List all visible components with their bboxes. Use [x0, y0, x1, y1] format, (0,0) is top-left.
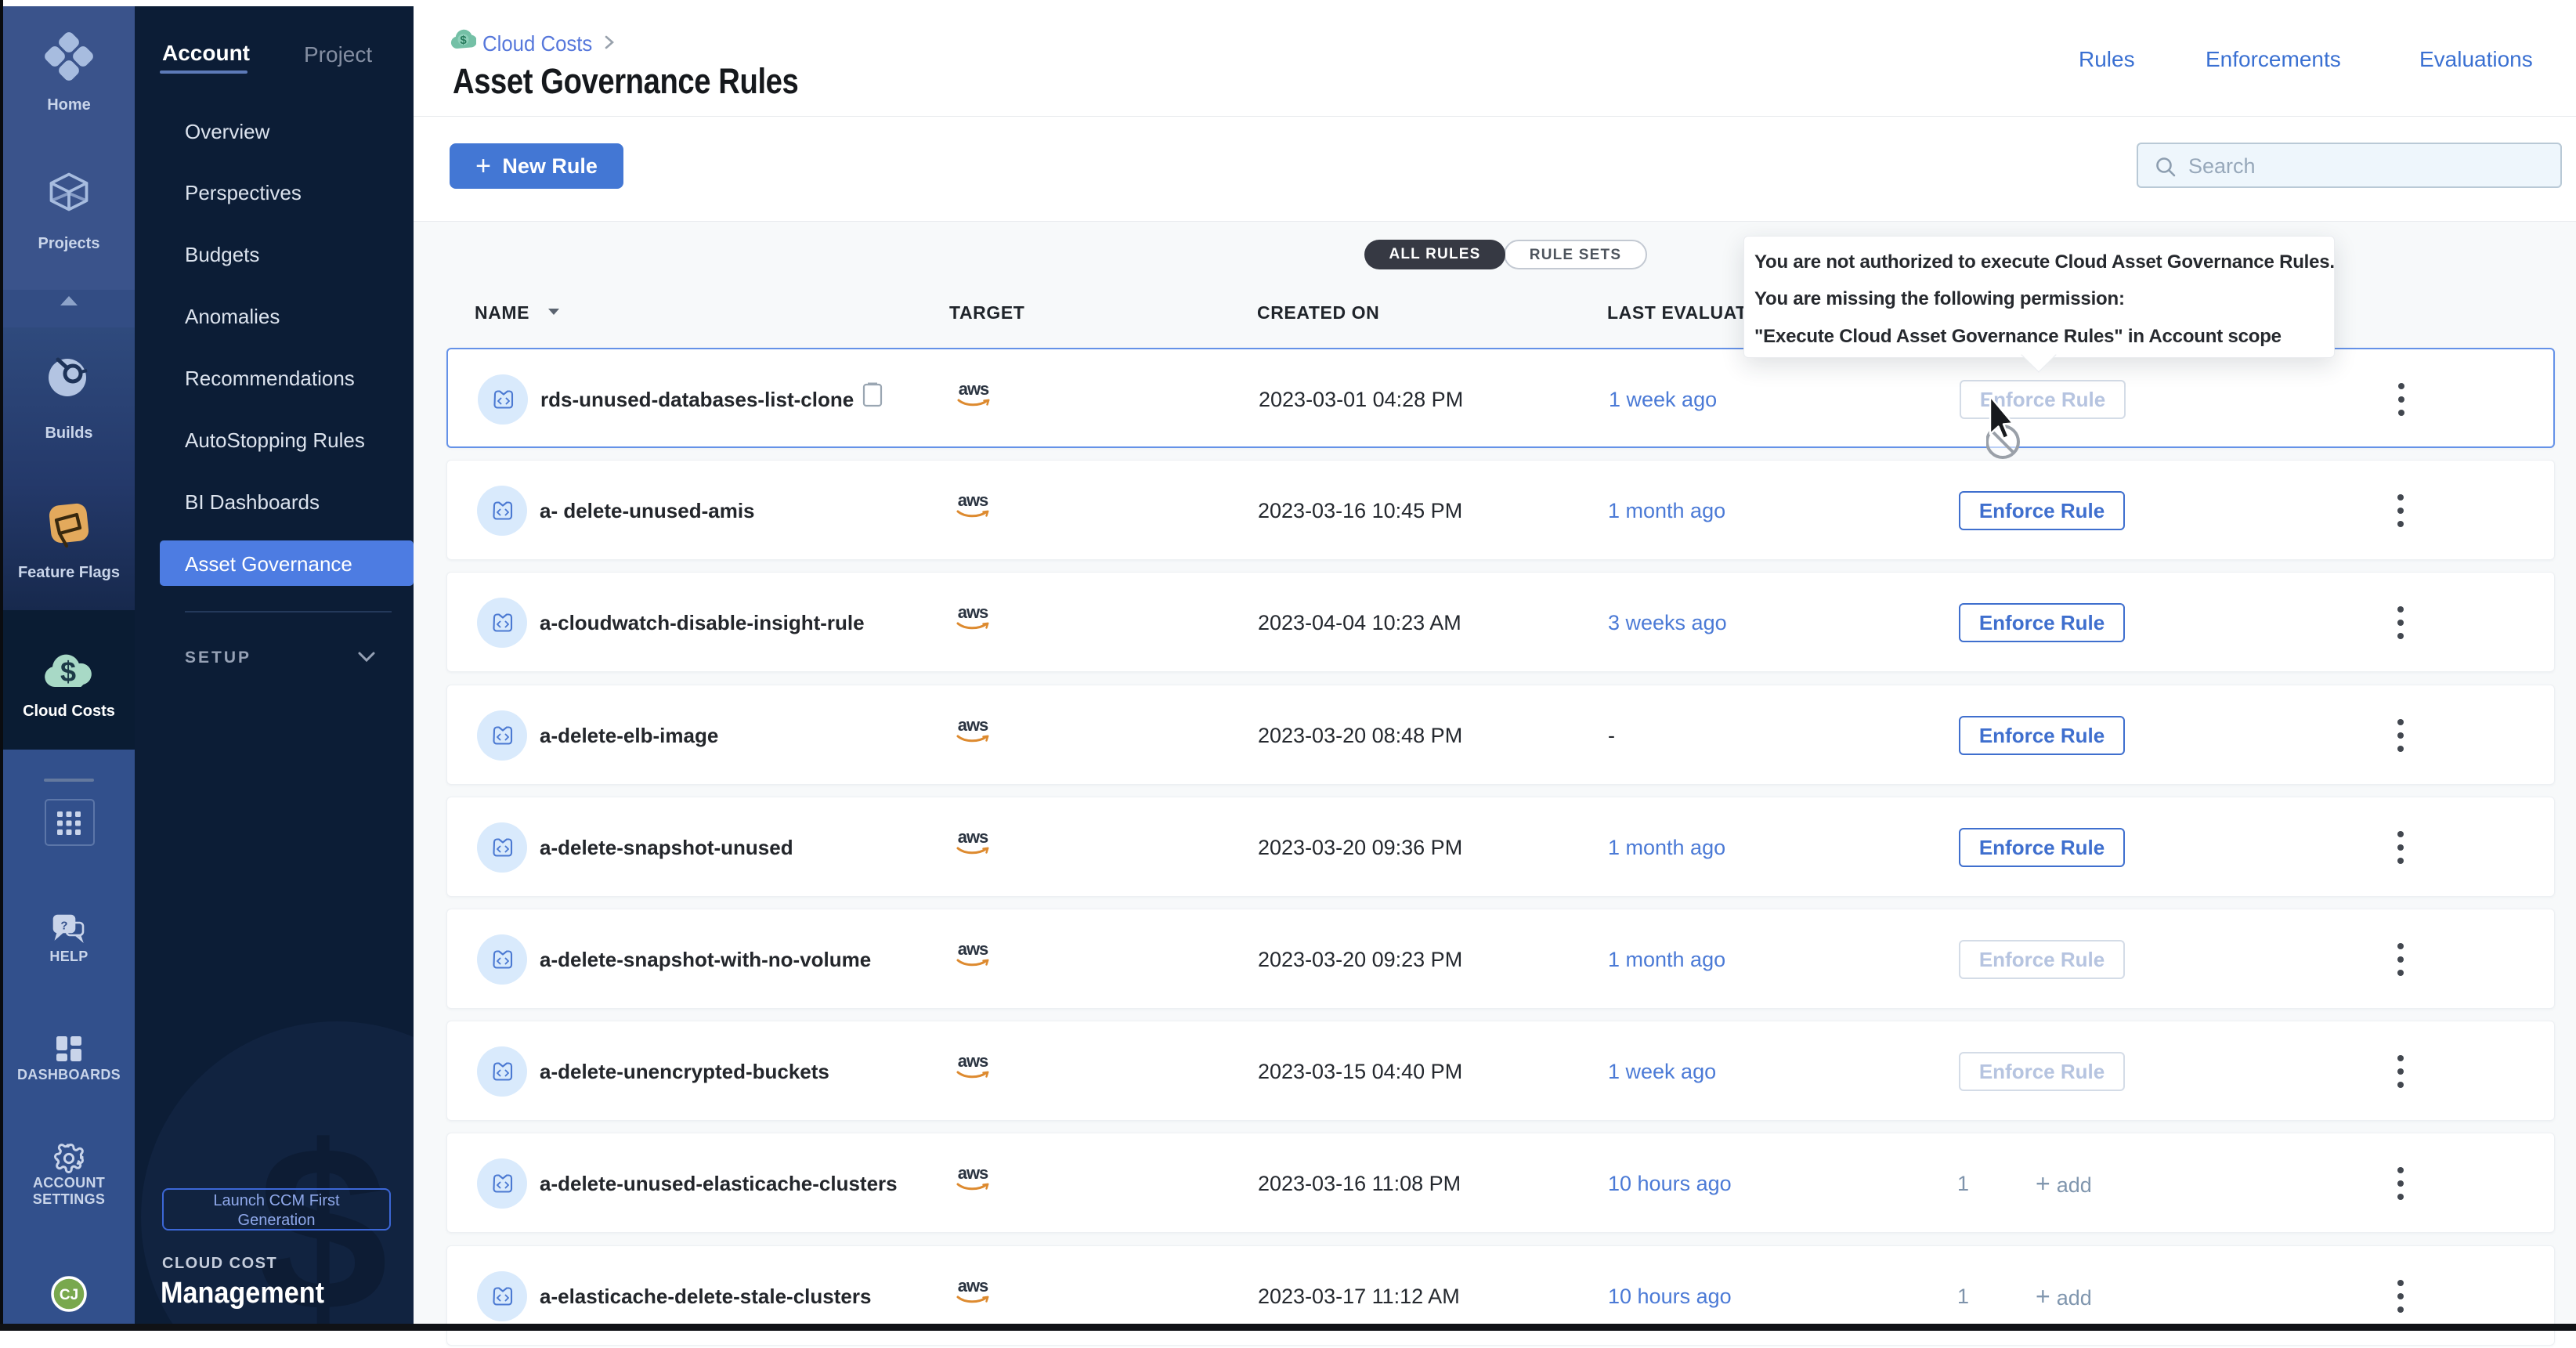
svg-text:$: $: [60, 656, 76, 688]
svg-text:CJ: CJ: [60, 1287, 78, 1303]
svg-text:$: $: [460, 34, 467, 47]
svg-text:?: ?: [60, 920, 67, 933]
